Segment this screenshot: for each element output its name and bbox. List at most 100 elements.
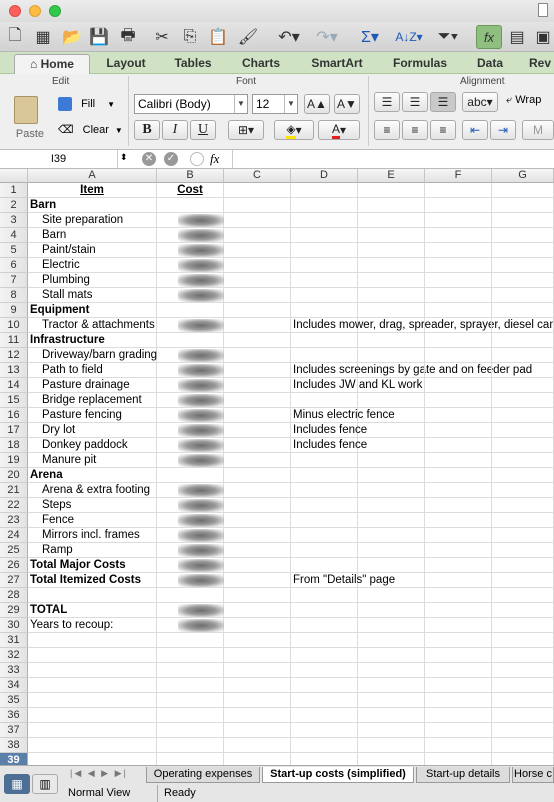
cell-d12[interactable] <box>291 348 358 363</box>
row-header[interactable]: 3 <box>0 213 28 228</box>
templates-icon[interactable]: ▦ <box>30 25 56 49</box>
increase-indent-icon[interactable]: ⇥ <box>490 120 516 140</box>
cell-f13[interactable] <box>425 363 492 378</box>
row-header[interactable]: 24 <box>0 528 28 543</box>
cell-e2[interactable] <box>358 198 425 213</box>
cell-a1[interactable]: Item <box>28 183 157 198</box>
row-header[interactable]: 29 <box>0 603 28 618</box>
cell-d35[interactable] <box>291 693 358 708</box>
cell-f10[interactable] <box>425 318 492 333</box>
cell-a13[interactable]: Path to field <box>28 363 157 378</box>
cell-f2[interactable] <box>425 198 492 213</box>
cell-b37[interactable] <box>157 723 224 738</box>
print-icon[interactable]: 🖶 <box>116 25 140 49</box>
cell-g24[interactable] <box>492 528 554 543</box>
cell-d37[interactable] <box>291 723 358 738</box>
cell-g15[interactable] <box>492 393 554 408</box>
row-header[interactable]: 16 <box>0 408 28 423</box>
cell-a26[interactable]: Total Major Costs <box>28 558 157 573</box>
cell-f12[interactable] <box>425 348 492 363</box>
cell-g30[interactable] <box>492 618 554 633</box>
cell-a27[interactable]: Total Itemized Costs <box>28 573 157 588</box>
cell-e5[interactable] <box>358 243 425 258</box>
cell-b38[interactable] <box>157 738 224 753</box>
cell-c27[interactable] <box>224 573 291 588</box>
row-header[interactable]: 19 <box>0 453 28 468</box>
cell-a18[interactable]: Donkey paddock <box>28 438 157 453</box>
cell-f22[interactable] <box>425 498 492 513</box>
cell-d18[interactable]: Includes fence <box>291 438 367 453</box>
cell-c31[interactable] <box>224 633 291 648</box>
cell-a37[interactable] <box>28 723 157 738</box>
cell-a14[interactable]: Pasture drainage <box>28 378 157 393</box>
cell-b34[interactable] <box>157 678 224 693</box>
cell-f6[interactable] <box>425 258 492 273</box>
cell-e35[interactable] <box>358 693 425 708</box>
cell-e24[interactable] <box>358 528 425 543</box>
function-wizard-icon[interactable] <box>190 152 204 166</box>
cell-e14[interactable] <box>358 378 425 393</box>
cell-e23[interactable] <box>358 513 425 528</box>
cell-a15[interactable]: Bridge replacement <box>28 393 157 408</box>
cell-g36[interactable] <box>492 708 554 723</box>
cell-d17[interactable]: Includes fence <box>291 423 367 438</box>
font-size-select[interactable]: 12 ▼ <box>252 94 298 114</box>
open-icon[interactable]: 📂 <box>60 25 84 49</box>
sort-icon[interactable]: A↓Z▾ <box>392 25 426 49</box>
row-header[interactable]: 32 <box>0 648 28 663</box>
cell-c30[interactable] <box>224 618 291 633</box>
cell-g10[interactable] <box>492 318 554 333</box>
name-box[interactable]: I39 <box>0 150 118 168</box>
cell-d1[interactable] <box>291 183 358 198</box>
cell-f17[interactable] <box>425 423 492 438</box>
paste-button[interactable]: Paste <box>8 94 48 144</box>
cancel-icon[interactable]: ✕ <box>142 152 156 166</box>
cell-b9[interactable] <box>157 303 224 318</box>
row-header[interactable]: 26 <box>0 558 28 573</box>
column-header[interactable]: G <box>492 169 554 183</box>
cell-c7[interactable] <box>224 273 291 288</box>
cell-f25[interactable] <box>425 543 492 558</box>
cell-f26[interactable] <box>425 558 492 573</box>
cell-a38[interactable] <box>28 738 157 753</box>
cell-d6[interactable] <box>291 258 358 273</box>
autosum-icon[interactable]: Σ▾ <box>356 25 384 49</box>
align-right-icon[interactable]: ≡ <box>430 120 456 140</box>
cell-g29[interactable] <box>492 603 554 618</box>
cell-a29[interactable]: TOTAL <box>28 603 157 618</box>
row-header[interactable]: 13 <box>0 363 28 378</box>
borders-icon[interactable]: ⊞▾ <box>228 120 264 140</box>
cell-a33[interactable] <box>28 663 157 678</box>
cell-d32[interactable] <box>291 648 358 663</box>
normal-view-icon[interactable]: ▦ <box>4 774 30 794</box>
cell-a36[interactable] <box>28 708 157 723</box>
cell-d30[interactable] <box>291 618 358 633</box>
cell-c13[interactable] <box>224 363 291 378</box>
cell-e29[interactable] <box>358 603 425 618</box>
cell-c35[interactable] <box>224 693 291 708</box>
cell-e26[interactable] <box>358 558 425 573</box>
cell-c2[interactable] <box>224 198 291 213</box>
row-header[interactable]: 25 <box>0 543 28 558</box>
cell-b32[interactable] <box>157 648 224 663</box>
row-header[interactable]: 31 <box>0 633 28 648</box>
cell-e30[interactable] <box>358 618 425 633</box>
cell-g6[interactable] <box>492 258 554 273</box>
cell-a16[interactable]: Pasture fencing <box>28 408 157 423</box>
cell-f8[interactable] <box>425 288 492 303</box>
row-header[interactable]: 14 <box>0 378 28 393</box>
row-header[interactable]: 18 <box>0 438 28 453</box>
cell-e10[interactable] <box>358 318 425 333</box>
cell-c19[interactable] <box>224 453 291 468</box>
cell-b35[interactable] <box>157 693 224 708</box>
cell-d34[interactable] <box>291 678 358 693</box>
align-left-icon[interactable]: ≡ <box>374 120 400 140</box>
cell-c20[interactable] <box>224 468 291 483</box>
cell-d5[interactable] <box>291 243 358 258</box>
row-header[interactable]: 9 <box>0 303 28 318</box>
cell-a10[interactable]: Tractor & attachments <box>28 318 157 333</box>
row-header[interactable]: 20 <box>0 468 28 483</box>
row-header[interactable]: 4 <box>0 228 28 243</box>
cell-a17[interactable]: Dry lot <box>28 423 157 438</box>
cell-e20[interactable] <box>358 468 425 483</box>
